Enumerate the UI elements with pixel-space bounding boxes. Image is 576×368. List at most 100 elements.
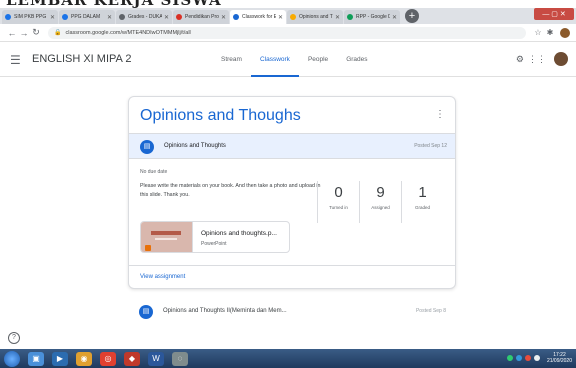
chrome-icon[interactable]: ◎: [100, 351, 116, 366]
avatar[interactable]: [554, 52, 568, 66]
url-input[interactable]: 🔒 classroom.google.com/w/MTE4NDIwOTMMMjl…: [48, 26, 526, 39]
close-icon[interactable]: ✕: [278, 14, 283, 21]
help-icon[interactable]: ?: [8, 332, 20, 344]
close-icon[interactable]: ✕: [107, 14, 112, 21]
os-taskbar: ▣ ▶ ◉ ◎ ◆ W ◌ 17:22 21/09/2020: [0, 349, 576, 368]
tab-people[interactable]: People: [299, 43, 337, 77]
tab-favicon-icon: [290, 14, 296, 20]
tab-label: Opinions and Thou: [299, 14, 333, 20]
app-icon[interactable]: ◌: [172, 351, 188, 366]
tray-icon[interactable]: [524, 355, 531, 361]
assignment-icon: ▤: [140, 140, 154, 154]
tab-label: PPG DALAM: [71, 14, 101, 20]
class-name[interactable]: ENGLISH XI MIPA 2: [32, 53, 131, 65]
star-icon[interactable]: ☆: [532, 28, 544, 37]
close-icon[interactable]: ✕: [221, 14, 226, 21]
browser-tab[interactable]: Grades - DUKA Wi ✕: [116, 10, 172, 24]
more-vert-icon[interactable]: ⋮: [435, 109, 445, 120]
browser-tab[interactable]: RPP - Google Drive ✕: [344, 10, 400, 24]
topic-card: Opinions and Thoughs ⋮ ▤ Opinions and Th…: [128, 96, 456, 289]
pdf-reader-icon[interactable]: ◆: [124, 351, 140, 366]
close-icon[interactable]: ✕: [335, 14, 340, 21]
stat-turned-in[interactable]: 0 Turned in: [317, 181, 359, 223]
tab-grades[interactable]: Grades: [337, 43, 376, 77]
tab-label: Grades - DUKA Wi: [128, 14, 162, 20]
assignment-icon: ▤: [139, 305, 153, 319]
tab-favicon-icon: [119, 14, 125, 20]
attachment-name: Opinions and thoughts.p...: [201, 230, 277, 237]
tab-favicon-icon: [5, 14, 11, 20]
address-bar: ← → ↻ 🔒 classroom.google.com/w/MTE4NDIwO…: [0, 24, 576, 42]
tab-favicon-icon: [176, 14, 182, 20]
assignment-instructions: Please write the materials on your book.…: [140, 183, 321, 198]
stat-value: 9: [376, 184, 385, 201]
tab-favicon-icon: [62, 14, 68, 20]
browser-tab[interactable]: SIM PKB PPG Prajal ✕: [2, 10, 58, 24]
classroom-header: ☰ ENGLISH XI MIPA 2 Stream Classwork Peo…: [0, 43, 576, 77]
screen: LEMBAR KERJA SISWA SIM PKB PPG Prajal ✕ …: [0, 0, 576, 368]
tab-label: SIM PKB PPG Prajal: [14, 14, 48, 20]
tray-icon[interactable]: [515, 355, 522, 361]
attachment-type: PowerPoint: [201, 241, 227, 247]
banner-text: LEMBAR KERJA SISWA: [6, 0, 222, 8]
list-item-posted: Posted Sep 8: [415, 308, 446, 314]
tab-stream[interactable]: Stream: [212, 43, 251, 77]
close-icon[interactable]: ✕: [164, 14, 169, 21]
list-item-title: Opinions and Thoughts II(Meminta dan Mem…: [163, 308, 287, 314]
lock-icon: 🔒: [54, 30, 62, 36]
browser-tab-strip: SIM PKB PPG Prajal ✕ PPG DALAM ✕ Grades …: [0, 8, 576, 24]
attachment-card[interactable]: Opinions and thoughts.p... PowerPoint: [140, 221, 290, 253]
url-text: classroom.google.com/w/MTE4NDIwOTMMMjlj/…: [65, 29, 191, 36]
tab-label: Classwork for ENG: [242, 14, 276, 20]
stat-graded[interactable]: 1 Graded: [401, 181, 443, 223]
tab-label: Pendidikan Profesi: [185, 14, 219, 20]
window-controls[interactable]: — ▢ ✕: [534, 8, 574, 20]
media-player-icon[interactable]: ▶: [52, 351, 68, 366]
stat-value: 0: [334, 184, 343, 201]
hamburger-menu-icon[interactable]: ☰: [10, 53, 21, 67]
system-clock[interactable]: 17:22 21/09/2020: [547, 352, 572, 364]
document-banner: LEMBAR KERJA SISWA: [0, 0, 576, 8]
assignment-title: Opinions and Thoughts: [164, 143, 226, 149]
list-item[interactable]: ▤ Opinions and Thoughts II(Meminta dan M…: [128, 298, 456, 326]
extension-icon[interactable]: ✱: [544, 28, 556, 37]
system-tray: 17:22 21/09/2020: [506, 352, 572, 364]
stat-assigned[interactable]: 9 Assigned: [359, 181, 401, 223]
browser-tab[interactable]: Opinions and Thou ✕: [287, 10, 343, 24]
browser-tab[interactable]: PPG DALAM ✕: [59, 10, 115, 24]
start-button[interactable]: [4, 350, 20, 367]
close-icon[interactable]: ✕: [50, 14, 55, 21]
card-footer: View assignment: [129, 265, 455, 288]
apps-grid-icon[interactable]: ⋮⋮: [528, 54, 546, 65]
stat-label: Assigned: [371, 205, 390, 210]
back-icon[interactable]: ←: [6, 28, 18, 38]
classroom-nav: Stream Classwork People Grades: [212, 43, 377, 77]
tray-icon[interactable]: [506, 355, 513, 361]
assignment-posted: Posted Sep 12: [414, 143, 447, 149]
explorer-icon[interactable]: ▣: [28, 351, 44, 366]
browser-tab-active[interactable]: Classwork for ENG ✕: [230, 10, 286, 24]
stat-label: Turned in: [329, 205, 348, 210]
stat-label: Graded: [414, 205, 430, 210]
due-date: No due date: [140, 169, 168, 175]
tab-favicon-icon: [233, 14, 239, 20]
view-assignment-link[interactable]: View assignment: [140, 274, 185, 280]
topic-title: Opinions and Thoughs: [140, 107, 301, 124]
profile-avatar[interactable]: [560, 27, 570, 38]
browser-tab[interactable]: Pendidikan Profesi ✕: [173, 10, 229, 24]
gear-icon[interactable]: ⚙: [516, 54, 524, 65]
attachment-thumbnail: [141, 222, 193, 252]
volume-icon[interactable]: [533, 355, 540, 361]
forward-icon[interactable]: →: [18, 28, 30, 38]
word-icon[interactable]: W: [148, 351, 164, 366]
reload-icon[interactable]: ↻: [30, 27, 42, 38]
clock-date: 21/09/2020: [546, 358, 572, 364]
assignment-header[interactable]: ▤ Opinions and Thoughts Posted Sep 12: [129, 133, 455, 159]
close-icon[interactable]: ✕: [392, 14, 397, 21]
firefox-icon[interactable]: ◉: [76, 351, 92, 366]
tab-favicon-icon: [347, 14, 353, 20]
tab-classwork[interactable]: Classwork: [250, 43, 299, 77]
powerpoint-icon: [145, 245, 151, 251]
stat-value: 1: [418, 184, 427, 201]
new-tab-button[interactable]: +: [405, 9, 419, 23]
